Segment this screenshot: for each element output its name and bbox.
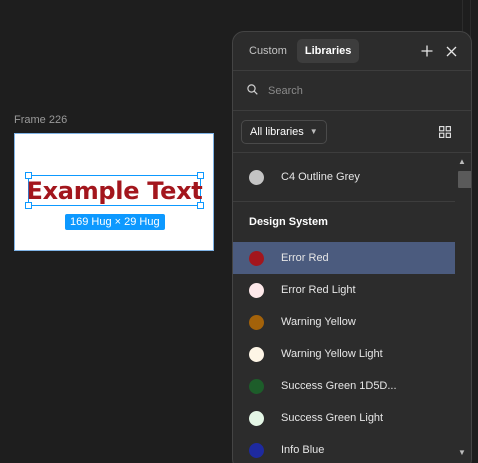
text-layer-selection[interactable]: Example Text bbox=[25, 172, 204, 209]
color-swatch bbox=[249, 378, 264, 394]
list-item[interactable]: Error Red bbox=[233, 242, 455, 274]
color-picker-panel: Custom Libraries All libraries ▼ bbox=[232, 31, 472, 463]
color-swatch bbox=[249, 282, 264, 298]
color-swatch bbox=[249, 410, 264, 426]
plus-icon[interactable] bbox=[415, 39, 439, 63]
tab-custom[interactable]: Custom bbox=[241, 39, 295, 63]
list-item-label: Info Blue bbox=[281, 444, 325, 456]
library-filter-label: All libraries bbox=[250, 125, 304, 138]
list-item[interactable]: Success Green 1D5D... bbox=[233, 370, 455, 402]
list-item-label: Error Red bbox=[281, 252, 329, 264]
list-item[interactable]: Info Blue bbox=[233, 434, 455, 463]
list-item[interactable]: Error Red Light bbox=[233, 274, 455, 306]
resize-handle-bottom-left[interactable] bbox=[25, 202, 32, 209]
list-item[interactable]: Warning Yellow bbox=[233, 306, 455, 338]
resize-handle-top-left[interactable] bbox=[25, 172, 32, 179]
scrollbar[interactable]: ▲ ▼ bbox=[455, 153, 471, 463]
list-item[interactable]: C4 Outline Grey bbox=[233, 161, 455, 193]
scrollbar-thumb[interactable] bbox=[458, 171, 471, 188]
chevron-up-icon[interactable]: ▲ bbox=[458, 157, 466, 166]
list-item-label: Warning Yellow bbox=[281, 316, 356, 328]
library-filter-dropdown[interactable]: All libraries ▼ bbox=[241, 119, 327, 144]
search-row bbox=[233, 71, 471, 111]
section-title: Design System bbox=[249, 216, 328, 228]
color-swatch bbox=[249, 346, 264, 362]
resize-handle-bottom-right[interactable] bbox=[197, 202, 204, 209]
grid-view-icon[interactable] bbox=[433, 120, 457, 144]
list-item[interactable]: Warning Yellow Light bbox=[233, 338, 455, 370]
panel-header: Custom Libraries bbox=[233, 32, 471, 71]
color-swatch bbox=[249, 314, 264, 330]
size-badge: 169 Hug × 29 Hug bbox=[65, 214, 165, 230]
chevron-down-icon[interactable]: ▼ bbox=[458, 448, 466, 457]
color-swatch bbox=[249, 442, 264, 458]
chevron-down-icon: ▼ bbox=[309, 127, 318, 136]
search-input[interactable] bbox=[268, 84, 438, 97]
frame-label[interactable]: Frame 226 bbox=[14, 114, 67, 126]
text-layer[interactable]: Example Text bbox=[27, 176, 203, 205]
close-icon[interactable] bbox=[439, 39, 463, 63]
search-icon bbox=[247, 82, 258, 100]
list-item-label: Error Red Light bbox=[281, 284, 356, 296]
color-swatch bbox=[249, 250, 264, 266]
list-item-label: C4 Outline Grey bbox=[281, 171, 360, 183]
color-list: C4 Outline Grey Design System Error Red … bbox=[233, 153, 471, 463]
color-swatch bbox=[249, 169, 264, 185]
list-item-label: Success Green Light bbox=[281, 412, 384, 424]
resize-handle-top-right[interactable] bbox=[197, 172, 204, 179]
list-item-label: Warning Yellow Light bbox=[281, 348, 383, 360]
frame[interactable]: Example Text 169 Hug × 29 Hug bbox=[14, 133, 214, 251]
tab-libraries[interactable]: Libraries bbox=[296, 39, 360, 63]
filter-row: All libraries ▼ bbox=[233, 111, 471, 153]
list-item[interactable]: Success Green Light bbox=[233, 402, 455, 434]
list-item-label: Success Green 1D5D... bbox=[281, 380, 397, 392]
